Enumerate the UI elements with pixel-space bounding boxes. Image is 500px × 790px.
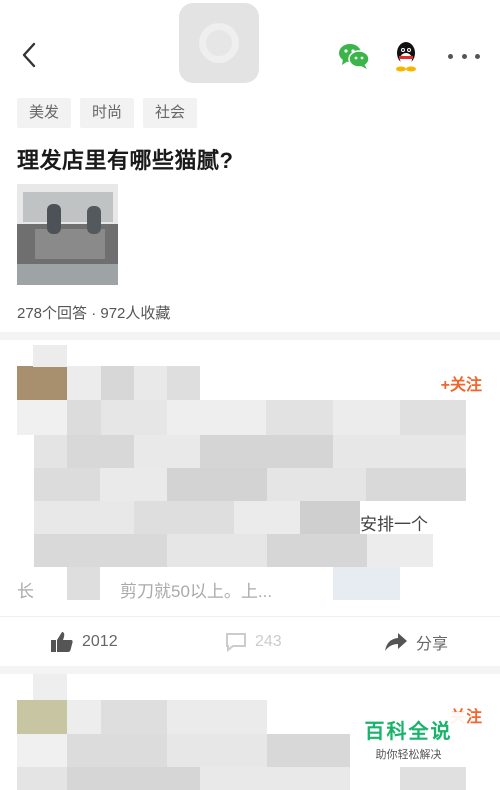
mosaic-block — [34, 534, 167, 567]
mosaic-block — [234, 501, 300, 534]
author-name — [167, 366, 200, 400]
wechat-icon — [339, 44, 370, 69]
mosaic-block — [67, 567, 100, 600]
mosaic-block — [167, 400, 266, 435]
like-count: 2012 — [82, 633, 118, 650]
tag-item[interactable]: 美发 — [17, 98, 72, 128]
share-label: 分享 — [416, 636, 449, 653]
question-title: 理发店里有哪些猫腻? — [17, 148, 234, 173]
mosaic-block — [200, 767, 350, 790]
mosaic-block — [366, 468, 466, 501]
mosaic-block — [167, 534, 267, 567]
tag-list: 美发 时尚 社会 — [17, 98, 198, 128]
share-wechat-button[interactable] — [338, 42, 370, 70]
mosaic-block — [134, 366, 167, 400]
answer-text-fragment: 安排一个 — [360, 515, 428, 534]
mosaic-block — [67, 366, 101, 400]
mosaic-block — [134, 501, 234, 534]
mosaic-block — [167, 468, 267, 501]
section-divider — [0, 666, 500, 674]
share-arrow-icon — [385, 633, 407, 651]
chevron-left-icon — [22, 42, 36, 68]
mosaic-block — [67, 435, 134, 468]
app-logo — [179, 3, 259, 83]
mosaic-block — [67, 767, 200, 790]
tag-item[interactable]: 社会 — [143, 98, 198, 128]
follow-button[interactable]: +关注 — [441, 371, 482, 395]
mosaic-block — [333, 567, 400, 600]
mosaic-block — [33, 345, 67, 367]
mosaic-block — [67, 700, 101, 734]
mosaic-block — [267, 734, 350, 767]
mosaic-block — [101, 366, 134, 400]
back-button[interactable] — [14, 40, 44, 70]
answer-action-bar: 2012 243 分享 — [0, 616, 500, 666]
more-dots-icon — [448, 53, 453, 59]
comment-icon — [226, 633, 246, 652]
section-divider — [0, 332, 500, 340]
mosaic-block — [67, 734, 167, 767]
author-avatar[interactable] — [17, 700, 67, 734]
mosaic-block — [34, 435, 67, 468]
mosaic-block — [300, 501, 360, 534]
app-logo-icon — [199, 23, 239, 63]
share-button[interactable]: 分享 — [384, 617, 448, 667]
watermark-title: 百科全说 — [364, 721, 453, 743]
mosaic-block — [400, 767, 466, 790]
qq-icon — [396, 42, 416, 72]
author-avatar[interactable] — [17, 366, 67, 400]
watermark: 百科全说 助你轻松解决 — [350, 712, 467, 764]
like-button[interactable]: 2012 — [50, 617, 118, 667]
tag-item[interactable]: 时尚 — [80, 98, 135, 128]
mosaic-block — [17, 734, 67, 767]
mosaic-block — [200, 435, 333, 468]
mosaic-block — [267, 468, 366, 501]
mosaic-block — [34, 468, 100, 501]
mosaic-block — [134, 435, 200, 468]
author-name — [167, 700, 267, 734]
more-button[interactable] — [448, 44, 480, 68]
mosaic-block — [34, 501, 134, 534]
mosaic-block — [400, 400, 466, 435]
question-stats: 278个回答 · 972人收藏 — [17, 305, 171, 322]
mosaic-block — [101, 400, 167, 435]
mosaic-block — [17, 400, 67, 435]
mosaic-block — [167, 734, 267, 767]
mosaic-block — [33, 674, 67, 700]
question-image[interactable] — [17, 184, 118, 285]
answer-text-fragment: 剪刀就50以上。上... — [120, 582, 273, 601]
mosaic-block — [100, 468, 167, 501]
mosaic-block — [267, 534, 367, 567]
thumb-up-icon — [51, 632, 73, 652]
mosaic-block — [333, 400, 400, 435]
mosaic-block — [333, 435, 466, 468]
watermark-subtitle: 助你轻松解决 — [375, 749, 442, 761]
comment-button[interactable]: 243 — [225, 617, 282, 667]
mosaic-block — [101, 700, 167, 734]
mosaic-block — [17, 767, 67, 790]
mosaic-block — [67, 400, 101, 435]
answer-text-fragment: 长 — [17, 582, 34, 601]
share-qq-button[interactable] — [393, 40, 419, 72]
top-bar — [0, 0, 500, 90]
comment-count: 243 — [255, 633, 282, 650]
mosaic-block — [266, 400, 333, 435]
